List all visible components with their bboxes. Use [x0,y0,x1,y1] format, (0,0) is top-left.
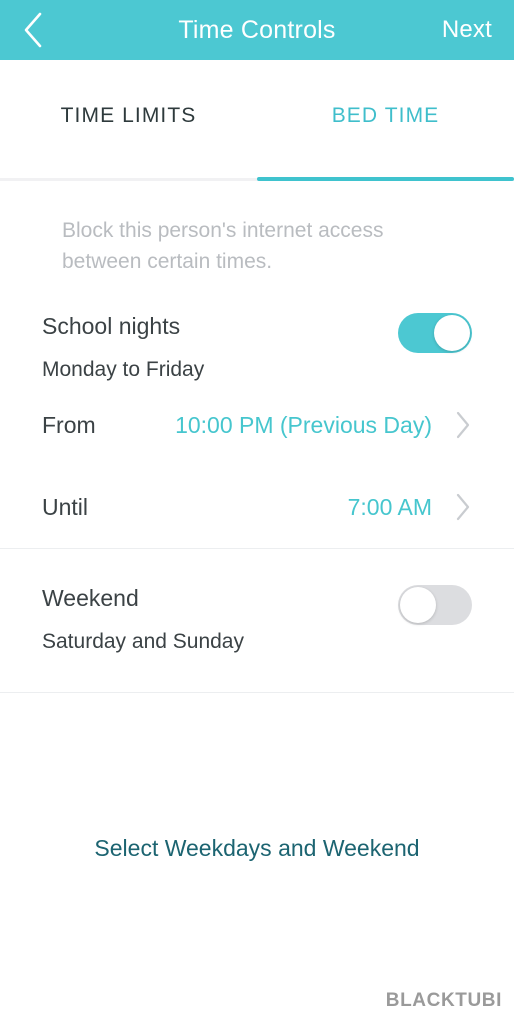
from-row[interactable]: From 10:00 PM (Previous Day) [42,384,472,466]
school-nights-title: School nights [42,313,181,339]
until-value: 7:00 AM [347,493,432,520]
main-content: Block this person's internet access betw… [0,181,514,862]
weekend-title: Weekend [42,585,139,611]
school-nights-texts: School nights Monday to Friday [42,311,204,384]
school-nights-toggle[interactable] [398,313,472,353]
chevron-left-icon [22,11,44,49]
select-weekdays-link-row[interactable]: Select Weekdays and Weekend [0,835,514,862]
tab-bar: TIME LIMITS BED TIME [0,60,514,181]
toggle-knob [400,587,436,623]
weekend-row: Weekend Saturday and Sunday [42,549,472,692]
watermark: BLACKTUBI [385,990,502,1011]
section-divider [0,692,514,693]
tab-bed-time[interactable]: BED TIME [257,60,514,181]
from-label: From [42,411,96,438]
weekend-toggle[interactable] [398,585,472,625]
page-title: Time Controls [178,15,336,44]
until-label: Until [42,493,89,520]
app-header: Time Controls Next [0,0,514,60]
until-row[interactable]: Until 7:00 AM [42,466,472,548]
select-weekdays-link: Select Weekdays and Weekend [94,835,420,861]
chevron-right-icon [454,410,472,440]
tab-time-limits-label: TIME LIMITS [60,104,197,127]
next-button[interactable]: Next [442,0,492,60]
school-nights-subtitle: Monday to Friday [42,358,205,381]
school-nights-row: School nights Monday to Friday [42,277,472,384]
weekend-subtitle: Saturday and Sunday [42,630,244,653]
chevron-right-icon [454,492,472,522]
toggle-knob [434,315,470,351]
back-button[interactable] [22,0,70,60]
tab-bed-time-label: BED TIME [331,104,440,127]
weekend-texts: Weekend Saturday and Sunday [42,583,244,656]
school-nights-section: School nights Monday to Friday From 10:0… [0,277,514,548]
app-screen: Time Controls Next TIME LIMITS BED TIME … [0,0,514,1024]
description-text: Block this person's internet access betw… [62,219,384,273]
from-value: 10:00 PM (Previous Day) [175,411,432,438]
weekend-section: Weekend Saturday and Sunday [0,549,514,692]
tab-time-limits[interactable]: TIME LIMITS [0,60,257,178]
